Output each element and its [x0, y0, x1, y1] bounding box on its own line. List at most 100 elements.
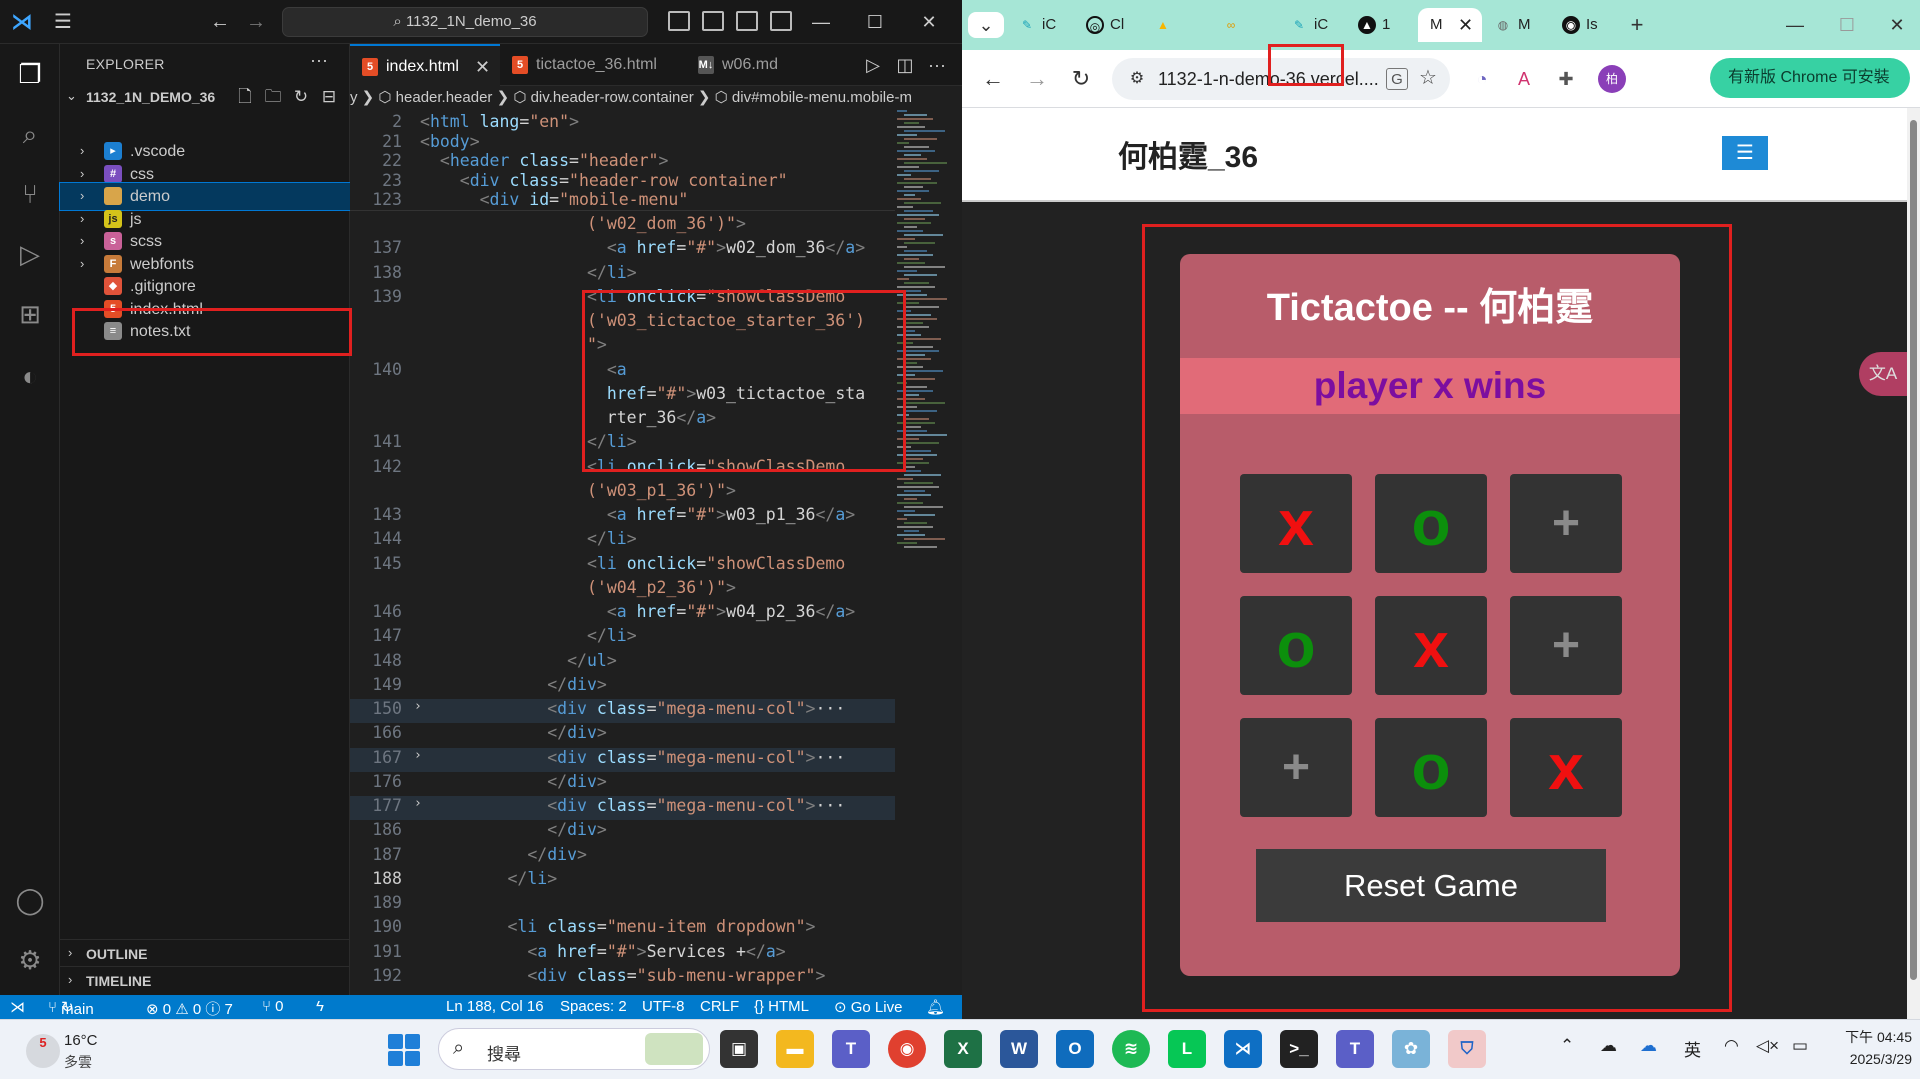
- minimize-icon[interactable]: —: [806, 10, 836, 34]
- code-line[interactable]: 144 </li>: [350, 529, 895, 553]
- code-line[interactable]: rter_36</a>: [350, 408, 895, 432]
- line-ending[interactable]: CRLF: [700, 998, 739, 1015]
- accounts-icon[interactable]: ◯: [10, 880, 50, 920]
- project-root[interactable]: ⌄ 1132_1N_DEMO_36 🗋 🗀 ↻ ⊟: [60, 84, 350, 110]
- browser-tab-active[interactable]: M ✕: [1418, 8, 1482, 42]
- code-line[interactable]: 137 <a href="#">w02_dom_36</a>: [350, 238, 895, 262]
- reload-icon[interactable]: ↻: [1066, 64, 1096, 94]
- file-explorer-icon[interactable]: ▬: [776, 1030, 814, 1068]
- browser-tab[interactable]: ▲ 1: [1350, 8, 1414, 42]
- close-tab-icon[interactable]: ✕: [475, 46, 490, 88]
- code-line[interactable]: 141 </li>: [350, 432, 895, 456]
- outlook-icon[interactable]: O: [1056, 1030, 1094, 1068]
- translate-float-button[interactable]: 文A: [1859, 352, 1907, 396]
- code-line[interactable]: ('w04_p2_36')">: [350, 578, 895, 602]
- board-cell[interactable]: +: [1240, 718, 1352, 817]
- url-text[interactable]: 1132-1-n-demo-36.vercel....: [1158, 69, 1379, 90]
- code-line[interactable]: ('w03_tictactoe_starter_36'): [350, 311, 895, 335]
- code-line[interactable]: ('w02_dom_36')">: [350, 214, 895, 238]
- code-line[interactable]: 192 <div class="sub-menu-wrapper">: [350, 966, 895, 990]
- tab-search-icon[interactable]: ⌄: [968, 12, 1004, 38]
- fold-chevron-icon[interactable]: ›: [414, 699, 422, 714]
- back-arrow-icon[interactable]: ←: [978, 64, 1008, 94]
- update-chrome-button[interactable]: 有新版 Chrome 可安裝 ⋮: [1710, 58, 1910, 126]
- extensions-icon[interactable]: ⊞: [10, 294, 50, 334]
- code-line[interactable]: 147 </li>: [350, 626, 895, 650]
- code-line[interactable]: 166 </div>: [350, 723, 895, 747]
- code-line[interactable]: ">: [350, 335, 895, 359]
- board-cell[interactable]: o: [1240, 596, 1352, 695]
- browser-tab[interactable]: ◎ Cl: [1078, 8, 1142, 42]
- go-live-button[interactable]: ⊙ Go Live: [834, 998, 902, 1016]
- chrome-icon[interactable]: ◉: [888, 1030, 926, 1068]
- command-center-search[interactable]: ⌕ 1132_1N_demo_36: [282, 7, 648, 37]
- code-line[interactable]: 140 <a: [350, 360, 895, 384]
- sticky-scroll-line[interactable]: 23 <div class="header-row container": [350, 170, 895, 190]
- volume-icon[interactable]: ◁×: [1756, 1036, 1779, 1056]
- menu-icon[interactable]: ☰: [54, 12, 78, 32]
- address-bar[interactable]: ⚙ 1132-1-n-demo-36.vercel.... G ☆: [1112, 58, 1450, 100]
- remote-icon[interactable]: ⋊: [10, 998, 25, 1016]
- word-icon[interactable]: W: [1000, 1030, 1038, 1068]
- branch-indicator[interactable]: ⑂ main ↻: [48, 998, 94, 1018]
- toggle-primary-sidebar-icon[interactable]: [668, 11, 690, 31]
- source-control-icon[interactable]: ⑂: [10, 174, 50, 214]
- breadcrumb[interactable]: y ❯ ⬡ header.header ❯ ⬡ div.header-row.c…: [350, 86, 962, 110]
- scrollbar-thumb[interactable]: [1910, 120, 1917, 980]
- refresh-icon[interactable]: ↻: [290, 86, 312, 108]
- code-line[interactable]: 145 <li onclick="showClassDemo: [350, 554, 895, 578]
- code-line[interactable]: 176 </div>: [350, 772, 895, 796]
- fold-chevron-icon[interactable]: ›: [414, 748, 422, 763]
- browser-tab[interactable]: ▲: [1146, 8, 1210, 42]
- indentation[interactable]: Spaces: 2: [560, 998, 627, 1015]
- teams-icon[interactable]: T: [832, 1030, 870, 1068]
- browser-tab[interactable]: ✎ iC: [1010, 8, 1074, 42]
- more-actions-icon[interactable]: ···: [922, 44, 952, 86]
- code-line[interactable]: 149 </div>: [350, 675, 895, 699]
- clock[interactable]: 下午 04:45 2025/3/29: [1822, 1026, 1912, 1070]
- timeline-section[interactable]: › TIMELINE: [60, 966, 350, 992]
- maximize-icon[interactable]: ☐: [1832, 12, 1862, 38]
- translate-icon[interactable]: G: [1386, 68, 1408, 90]
- new-file-icon[interactable]: 🗋: [234, 86, 256, 108]
- code-line[interactable]: 167 › <div class="mega-menu-col">···: [350, 747, 895, 772]
- browser-tab[interactable]: ∞: [1214, 8, 1278, 42]
- code-line[interactable]: ('w03_p1_36')">: [350, 481, 895, 505]
- code-line[interactable]: 139 <li onclick="showClassDemo: [350, 287, 895, 311]
- security-shield-icon[interactable]: ⛉: [1448, 1030, 1486, 1068]
- terminal-icon[interactable]: >_: [1280, 1030, 1318, 1068]
- app-icon[interactable]: ✿: [1392, 1030, 1430, 1068]
- run-debug-icon[interactable]: ▷: [10, 234, 50, 274]
- code-line[interactable]: 148 </ul>: [350, 651, 895, 675]
- more-actions-icon[interactable]: ···: [310, 50, 328, 71]
- outline-section[interactable]: › OUTLINE: [60, 939, 350, 965]
- browser-tab[interactable]: ◉ Is: [1554, 8, 1618, 42]
- code-line[interactable]: 177 › <div class="mega-menu-col">···: [350, 796, 895, 821]
- board-cell[interactable]: o: [1375, 718, 1487, 817]
- collapse-all-icon[interactable]: ⊟: [318, 86, 340, 108]
- wifi-icon[interactable]: ◠: [1724, 1036, 1739, 1056]
- code-line[interactable]: 142 <li onclick="showClassDemo: [350, 457, 895, 481]
- tab-w06-md[interactable]: M↓ w06.md: [686, 44, 826, 86]
- tab-index-html[interactable]: 5 index.html ✕: [350, 44, 500, 86]
- new-tab-plus-icon[interactable]: +: [1622, 12, 1652, 38]
- new-folder-icon[interactable]: 🗀: [262, 86, 284, 108]
- onedrive-icon[interactable]: ☁: [1640, 1036, 1657, 1056]
- site-title[interactable]: 何柏霆_36: [1118, 132, 1258, 176]
- task-view-icon[interactable]: ▣: [720, 1030, 758, 1068]
- forward-arrow-icon[interactable]: →: [244, 10, 268, 34]
- sticky-scroll-line[interactable]: 22 <header class="header">: [350, 151, 895, 171]
- cursor-position[interactable]: Ln 188, Col 16: [446, 998, 544, 1015]
- cloud-icon[interactable]: ☁: [1600, 1036, 1617, 1056]
- start-windows-icon[interactable]: [388, 1034, 420, 1066]
- search-icon[interactable]: ⌕: [10, 114, 50, 154]
- code-line-current[interactable]: 188 </li>: [350, 869, 895, 893]
- editor-scrollbar[interactable]: [950, 110, 962, 995]
- minimize-icon[interactable]: —: [1780, 12, 1810, 38]
- teams-icon[interactable]: T: [1336, 1030, 1374, 1068]
- battery-icon[interactable]: ▭: [1792, 1036, 1808, 1056]
- tab-tictactoe-html[interactable]: 5 tictactoe_36.html: [500, 44, 686, 86]
- code-line[interactable]: 190 <li class="menu-item dropdown">: [350, 917, 895, 941]
- code-line[interactable]: 138 </li>: [350, 263, 895, 287]
- minimap[interactable]: [895, 110, 951, 570]
